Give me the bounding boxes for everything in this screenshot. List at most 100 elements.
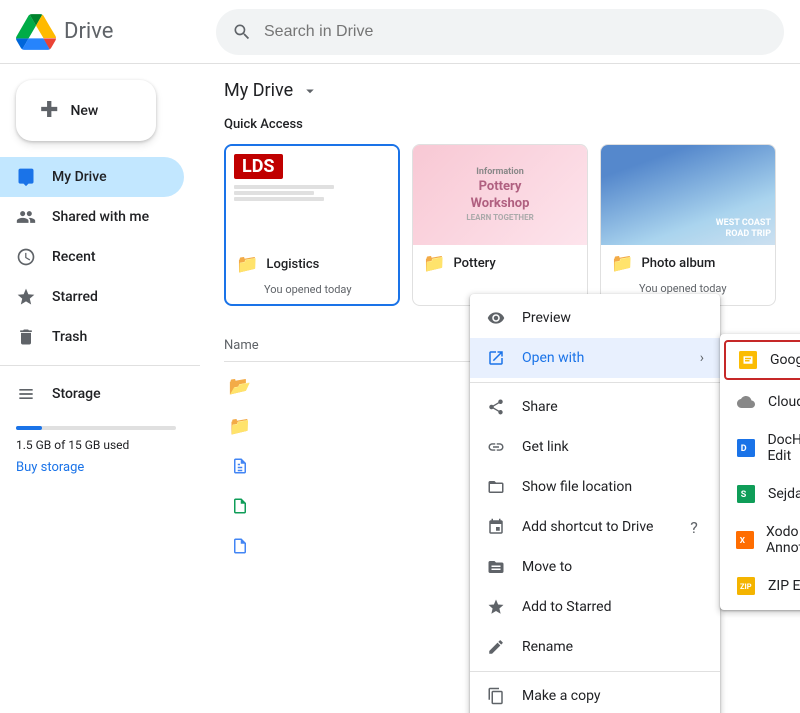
submenu-zip-label: ZIP Extractor: [768, 578, 800, 594]
tile-footer-pottery: 📁 Pottery: [413, 245, 587, 282]
sidebar-label-recent: Recent: [52, 249, 96, 265]
submenu-xodo-label: Xodo PDF Reader & Annotator: [766, 524, 800, 556]
ctx-add-shortcut[interactable]: Add shortcut to Drive ?: [470, 507, 720, 547]
storage-bar-bg: [16, 426, 176, 430]
ctx-make-copy-label: Make a copy: [522, 688, 704, 704]
sidebar-label-shared: Shared with me: [52, 209, 149, 225]
open-with-icon: [486, 348, 506, 368]
ctx-divider-2: [470, 671, 720, 672]
submenu-zip[interactable]: ZIP ZIP Extractor: [720, 566, 800, 606]
storage-icon: [16, 384, 36, 404]
pencil-icon: [486, 637, 506, 657]
main-content: My Drive Quick Access LDS 📁 Logistics: [200, 64, 800, 713]
ctx-open-with-label: Open with: [522, 350, 684, 366]
buy-storage-link[interactable]: Buy storage: [16, 460, 184, 475]
tile-sub-logistics: You opened today: [226, 283, 398, 304]
help-icon: ?: [684, 517, 704, 537]
search-icon: [232, 22, 252, 42]
submenu-xodo[interactable]: X Xodo PDF Reader & Annotator: [720, 514, 800, 566]
sidebar-item-starred[interactable]: Starred: [0, 277, 184, 317]
submenu-slides-label: Google Slides: [770, 352, 800, 368]
ctx-move-to[interactable]: Move to: [470, 547, 720, 587]
sidebar-item-my-drive[interactable]: My Drive: [0, 157, 184, 197]
eye-icon: [486, 308, 506, 328]
tile-name-pottery: Pottery: [453, 256, 495, 271]
cloudconvert-icon: [736, 392, 756, 412]
submenu-dochub[interactable]: D DocHub - PDF Sign and Edit: [720, 422, 800, 474]
sidebar-item-recent[interactable]: Recent: [0, 237, 184, 277]
sidebar: ✚ New My Drive Shared with me Recent: [0, 64, 200, 713]
svg-text:ZIP: ZIP: [740, 582, 752, 591]
sidebar-label-storage: Storage: [52, 386, 101, 402]
starred-icon: [16, 287, 36, 307]
submenu-google-slides[interactable]: Google Slides: [724, 340, 800, 380]
my-drive-header: My Drive: [224, 80, 776, 101]
search-bar[interactable]: [216, 9, 784, 55]
quick-tile-pottery[interactable]: Information Pottery Workshop LEARN TOGET…: [412, 144, 588, 306]
new-button[interactable]: ✚ New: [16, 80, 156, 141]
folder-icon-photo: 📁: [611, 253, 633, 274]
tile-thumb-pottery: Information Pottery Workshop LEARN TOGET…: [413, 145, 587, 245]
app-title: Drive: [64, 19, 113, 44]
folder-icon-pottery: 📁: [423, 253, 445, 274]
ctx-make-copy[interactable]: Make a copy: [470, 676, 720, 713]
folder-icon-row1: 📂: [228, 374, 252, 398]
folder-outline-icon: [486, 477, 506, 497]
recent-icon: [16, 247, 36, 267]
tile-name-logistics: Logistics: [266, 257, 319, 272]
sidebar-label-trash: Trash: [52, 329, 87, 345]
folder-icon-logistics: 📁: [236, 254, 258, 275]
context-menu: Preview Open with › Share Ge: [470, 294, 720, 713]
lds-badge: LDS: [234, 154, 283, 179]
sidebar-item-shared[interactable]: Shared with me: [0, 197, 184, 237]
quick-tile-photo[interactable]: WEST COAST ROAD TRIP 📁 Photo album You o…: [600, 144, 776, 306]
ctx-add-starred[interactable]: Add to Starred: [470, 587, 720, 627]
submenu-sejda-label: Sejda PDF: [768, 486, 800, 502]
svg-text:X: X: [740, 536, 746, 546]
dochub-icon: D: [736, 438, 755, 458]
search-input[interactable]: [264, 23, 768, 41]
tile-thumb-photo: WEST COAST ROAD TRIP: [601, 145, 775, 245]
ctx-share-label: Share: [522, 399, 704, 415]
storage-bar-fill: [16, 426, 42, 430]
ctx-starred-label: Add to Starred: [522, 599, 704, 615]
storage-section: 1.5 GB of 15 GB used Buy storage: [0, 414, 200, 487]
folder-icon-row2: 📁: [228, 414, 252, 438]
sidebar-item-storage[interactable]: Storage: [0, 374, 184, 414]
slides-icon: [738, 350, 758, 370]
sidebar-label-my-drive: My Drive: [52, 169, 107, 185]
ctx-preview[interactable]: Preview: [470, 298, 720, 338]
ctx-rename[interactable]: Rename: [470, 627, 720, 667]
copy-icon: [486, 686, 506, 706]
sidebar-label-starred: Starred: [52, 289, 98, 305]
sejda-icon: S: [736, 484, 756, 504]
svg-text:D: D: [740, 444, 746, 454]
open-with-submenu: Google Slides CloudConvert D DocHub - PD…: [720, 334, 800, 610]
submenu-cloudconvert[interactable]: CloudConvert: [720, 382, 800, 422]
storage-used-text: 1.5 GB of 15 GB used: [16, 438, 184, 452]
quick-access-label: Quick Access: [224, 117, 776, 132]
share-icon: [486, 397, 506, 417]
sheets-icon-row4: [228, 494, 252, 518]
quick-access-tiles: LDS 📁 Logistics You opened today: [224, 144, 776, 306]
submenu-sejda[interactable]: S Sejda PDF: [720, 474, 800, 514]
ctx-show-location[interactable]: Show file location: [470, 467, 720, 507]
quick-tile-logistics[interactable]: LDS 📁 Logistics You opened today: [224, 144, 400, 306]
ctx-get-link[interactable]: Get link: [470, 427, 720, 467]
app-layout: ✚ New My Drive Shared with me Recent: [0, 64, 800, 713]
chevron-right-icon: ›: [700, 350, 704, 366]
move-icon: [486, 557, 506, 577]
svg-text:S: S: [741, 490, 747, 500]
ctx-divider-1: [470, 382, 720, 383]
sidebar-item-trash[interactable]: Trash: [0, 317, 184, 357]
sidebar-divider: [0, 365, 200, 366]
tile-thumb-logistics: LDS: [226, 146, 398, 246]
shortcut-icon: [486, 517, 506, 537]
ctx-get-link-label: Get link: [522, 439, 704, 455]
ctx-share[interactable]: Share: [470, 387, 720, 427]
app-header: Drive: [0, 0, 800, 64]
tile-footer-photo: 📁 Photo album: [601, 245, 775, 282]
doc-icon-row5: [228, 534, 252, 558]
dropdown-icon[interactable]: [301, 82, 319, 100]
ctx-open-with[interactable]: Open with ›: [470, 338, 720, 378]
